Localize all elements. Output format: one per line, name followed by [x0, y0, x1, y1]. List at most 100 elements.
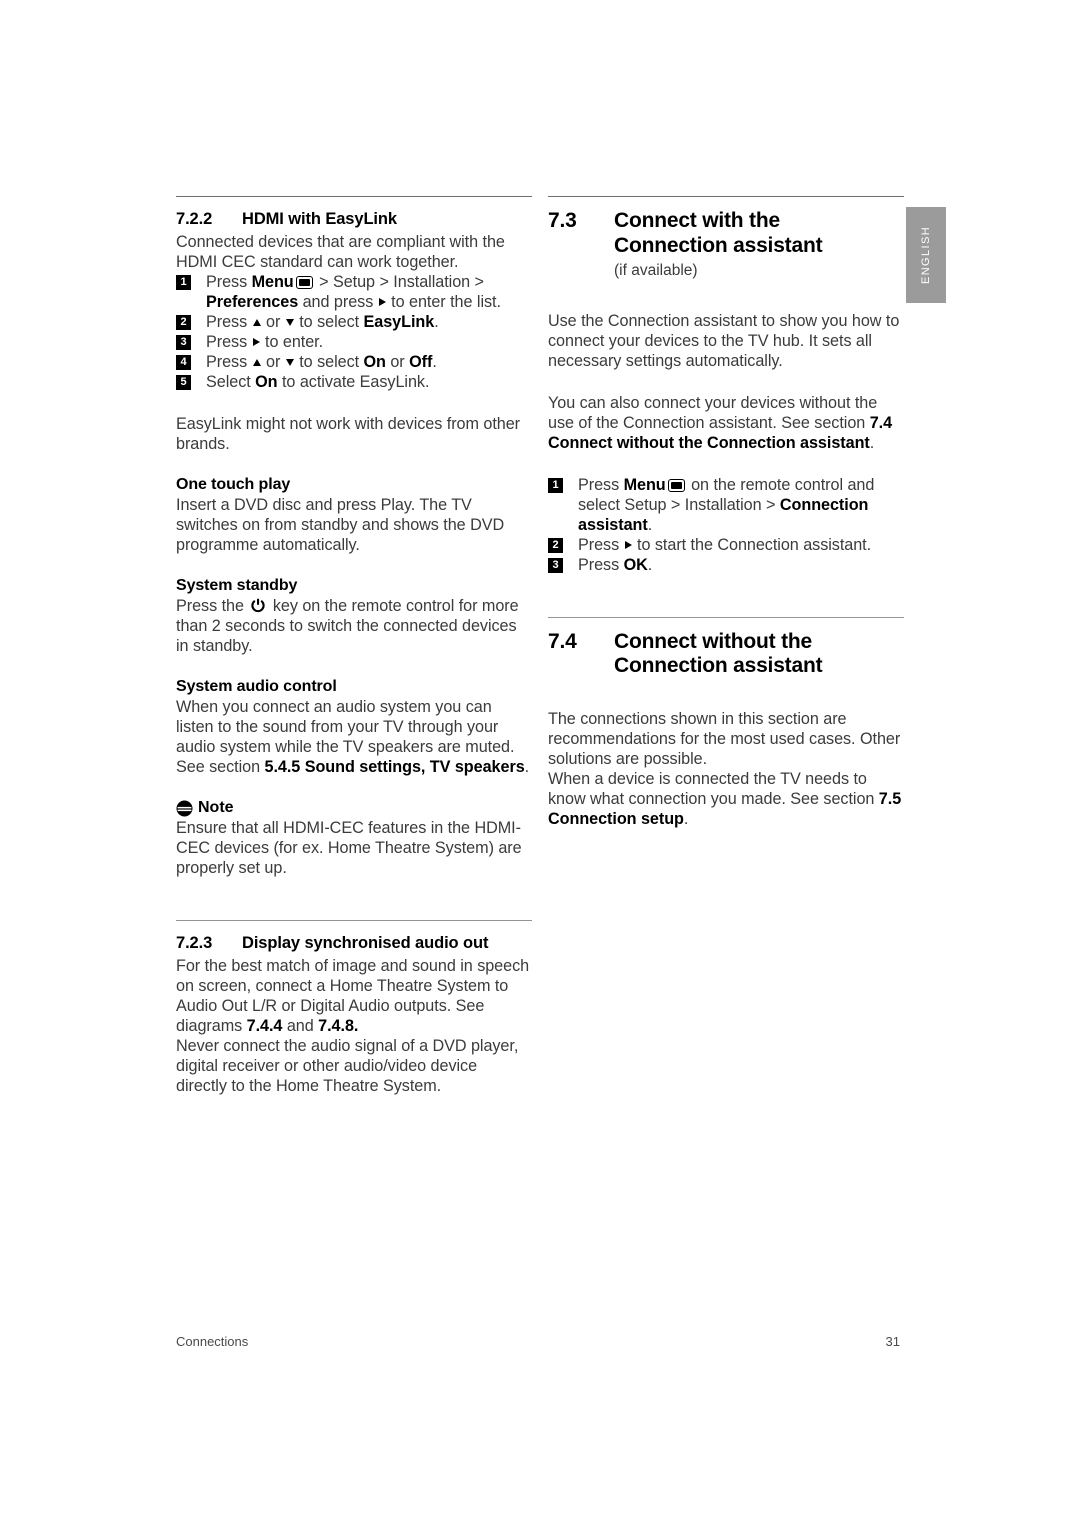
step-text: and press — [298, 293, 378, 312]
arrow-down-icon — [285, 319, 294, 327]
section-73-para2-a: You can also connect your devices withou… — [548, 393, 878, 432]
step-text: or — [261, 353, 285, 372]
section-74-ref: 7.5 — [878, 790, 902, 809]
section-73-para2: You can also connect your devices withou… — [548, 393, 904, 453]
left-column: 7.2.2 HDMI with EasyLink Connected devic… — [176, 196, 532, 1096]
section-73-para1: Use the Connection assistant to show you… — [548, 311, 900, 370]
step-text: Press — [206, 273, 252, 292]
step-text: Press — [206, 333, 252, 352]
menu-icon — [667, 478, 685, 492]
system-standby-text-before: Press the — [176, 597, 249, 616]
manual-page: 7.2.2 HDMI with EasyLink Connected devic… — [0, 0, 1080, 1528]
section-divider-74 — [548, 616, 904, 618]
step-item: 3 Press to enter. — [176, 332, 532, 352]
one-touch-play-body: Insert a DVD disc and press Play. The TV… — [176, 496, 505, 555]
step-text-emphasis: OK — [623, 555, 648, 574]
step-number-badge: 2 — [548, 537, 563, 553]
step-text-emphasis: On — [363, 353, 386, 372]
power-icon — [250, 598, 266, 614]
page-footer: Connections 31 — [176, 1334, 900, 1349]
arrow-right-icon — [624, 540, 632, 549]
section-723-ref2: 7.4.8. — [318, 1017, 359, 1036]
steps-list-73: 1 Press Menu on the remote control and se… — [548, 475, 904, 575]
section-number-74: 7.4 — [548, 629, 577, 653]
section-title-73: Connect with the Connection assistant — [614, 209, 904, 259]
system-standby-heading: System standby — [176, 577, 298, 595]
section-74-para-b: When a device is connected the TV needs … — [548, 769, 904, 829]
system-audio-control-ref: 5.4.5 Sound settings, TV speakers — [264, 758, 525, 777]
section-74-para-b-text: When a device is connected the TV needs … — [548, 770, 879, 809]
section-divider-722 — [176, 196, 532, 197]
section-title-722: HDMI with EasyLink — [242, 210, 397, 228]
step-number-badge: 2 — [176, 315, 191, 331]
section-number-722: 7.2.2 — [176, 210, 213, 228]
section-title-723: Display synchronised audio out — [242, 934, 489, 953]
steps-list-722: 1 Press Menu > Setup > Installation > Pre… — [176, 272, 532, 392]
step-text: > Setup > Installation > — [314, 273, 484, 292]
step-text: or — [261, 313, 285, 332]
section-723-para1: For the best match of image and sound in… — [176, 956, 532, 1036]
section-74-para-a: The connections shown in this section ar… — [548, 710, 901, 769]
step-text: to start the Connection assistant. — [632, 535, 872, 554]
section-74-para-end: . — [683, 810, 689, 829]
step-text-emphasis: On — [255, 373, 278, 392]
system-standby-body: Press the key on the remote control for … — [176, 596, 532, 656]
right-column: 7.3 Connect with the Connection assistan… — [548, 196, 904, 829]
footer-chapter-name: Connections — [176, 1334, 249, 1349]
section-number-73: 7.3 — [548, 209, 577, 232]
section-73-subtitle: (if available) — [614, 261, 698, 279]
step-text: Press — [578, 535, 624, 554]
menu-icon — [295, 276, 313, 290]
section-723-para2: Never connect the audio signal of a DVD … — [176, 1037, 519, 1096]
section-title-73-line1: Connect with the — [614, 209, 780, 232]
step-item: 3 Press OK. — [548, 555, 904, 575]
section-723-ref1: 7.4.4 — [246, 1017, 283, 1036]
step-number-badge: 4 — [176, 355, 191, 371]
section-divider-723 — [176, 920, 532, 922]
section-722-intro: Connected devices that are compliant wit… — [176, 233, 505, 272]
step-text-emphasis: EasyLink — [363, 313, 435, 332]
footer-page-number: 31 — [885, 1334, 900, 1349]
system-audio-control-body: When you connect an audio system you can… — [176, 697, 532, 777]
step-text: Press — [206, 353, 252, 372]
section-title-73-line2: Connection assistant — [614, 233, 823, 257]
arrow-up-icon — [252, 359, 261, 367]
step-item: 4 Press or to select On or Off. — [176, 352, 532, 372]
step-text-emphasis: Menu — [623, 475, 666, 494]
step-item: 2 Press or to select EasyLink. — [176, 312, 532, 332]
step-number-badge: 1 — [548, 477, 563, 493]
arrow-right-icon — [378, 298, 386, 307]
step-number-badge: 5 — [176, 375, 191, 391]
section-heading-74: 7.4 Connect without the Connection assis… — [548, 630, 904, 680]
section-heading-722: 7.2.2 HDMI with EasyLink — [176, 209, 532, 230]
section-divider-73 — [548, 196, 904, 197]
step-text: Press — [578, 475, 624, 494]
section-title-74-line2: Connection assistant — [614, 654, 823, 678]
section-722-after-steps: EasyLink might not work with devices fro… — [176, 415, 521, 454]
section-73-para2-bold: Connect without the Connection assistant — [548, 433, 870, 452]
step-text-emphasis: Off — [409, 353, 433, 372]
step-text: . — [434, 313, 439, 332]
arrow-down-icon — [285, 359, 294, 367]
step-text: . — [647, 515, 653, 534]
section-73-para2-ref: 7.4 — [869, 413, 893, 432]
section-heading-73: 7.3 Connect with the Connection assistan… — [548, 209, 904, 259]
step-text: or — [385, 353, 410, 372]
section-723-para1-b: and — [282, 1017, 319, 1036]
step-text: Press — [578, 555, 624, 574]
step-number-badge: 1 — [176, 275, 191, 291]
one-touch-play-heading: One touch play — [176, 476, 291, 494]
step-text: to select — [294, 313, 364, 332]
step-text: . — [647, 555, 653, 574]
note-icon — [176, 800, 193, 817]
step-item: 1 Press Menu > Setup > Installation > Pre… — [176, 272, 532, 312]
section-heading-723: 7.2.3 Display synchronised audio out — [176, 933, 532, 954]
section-title-74-line1: Connect without the — [614, 629, 813, 653]
step-item: 5 Select On to activate EasyLink. — [176, 372, 532, 392]
